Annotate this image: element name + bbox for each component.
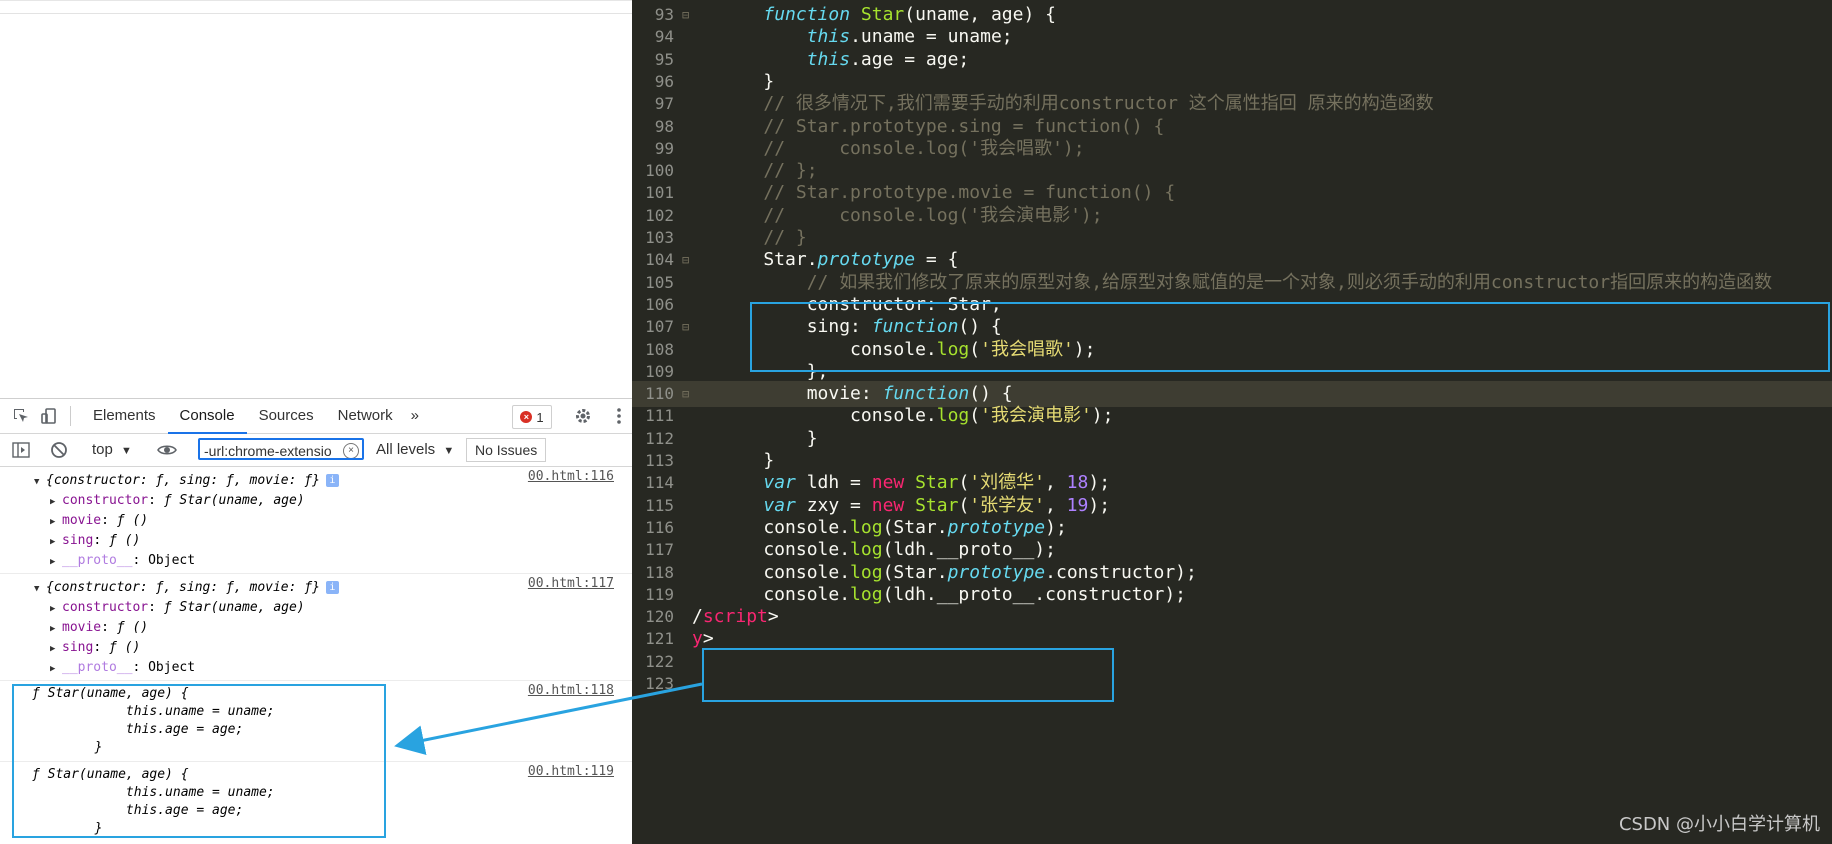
property-key: movie	[62, 513, 102, 528]
live-expression-eye-icon[interactable]	[156, 439, 178, 461]
property-row[interactable]: ▶ movie: ƒ ()	[0, 618, 632, 638]
more-options-icon[interactable]	[608, 405, 630, 427]
property-value: ƒ Star(uname, age)	[163, 493, 305, 508]
console-output: ▼ {constructor: ƒ, sing: ƒ, movie: ƒ} i 00…	[0, 467, 632, 844]
csdn-watermark: CSDN @小小白学计算机	[1618, 814, 1820, 835]
expand-triangle-icon[interactable]: ▶	[50, 552, 62, 572]
property-row[interactable]: ▶ constructor: ƒ Star(uname, age)	[0, 491, 632, 511]
clear-console-icon[interactable]	[48, 439, 70, 461]
property-key: sing	[62, 640, 94, 655]
function-source-line: }	[32, 821, 103, 836]
function-source-line: }	[32, 740, 103, 755]
context-selector[interactable]: top ▼	[92, 434, 132, 466]
error-count-badge[interactable]: × 1	[512, 405, 552, 429]
property-value: ƒ ()	[108, 533, 141, 548]
code-editor: 93 ⊟ function Star(uname, age) {94 this.u…	[632, 0, 1832, 844]
error-icon: ×	[520, 411, 533, 423]
property-key: movie	[62, 620, 102, 635]
property-key: __proto__	[62, 660, 133, 675]
gear-icon[interactable]	[572, 405, 594, 427]
property-key: __proto__	[62, 553, 133, 568]
issues-button[interactable]: No Issues	[466, 438, 547, 462]
function-source-line: this.uname = uname;	[32, 704, 275, 719]
page-viewport	[0, 0, 632, 399]
code-line[interactable]: 123	[632, 671, 1832, 697]
console-message: 00.html:118 ƒ Star(uname, age) { this.un…	[0, 681, 632, 762]
line-number: 123	[645, 674, 674, 693]
source-link[interactable]: 00.html:116	[528, 469, 614, 484]
property-row[interactable]: ▶ movie: ƒ ()	[0, 511, 632, 531]
expand-triangle-icon[interactable]: ▼	[34, 472, 46, 492]
log-levels-label: All levels	[376, 441, 436, 458]
sidebar-toggle-icon[interactable]	[10, 439, 32, 461]
property-value: ƒ ()	[116, 620, 149, 635]
source-link[interactable]: 00.html:117	[528, 576, 614, 591]
property-row[interactable]: ▶ __proto__: Object	[0, 551, 632, 571]
property-key: constructor	[62, 493, 149, 508]
source-link[interactable]: 00.html:118	[528, 683, 614, 698]
log-levels-dropdown[interactable]: All levels ▼	[376, 434, 454, 466]
property-row[interactable]: ▶ __proto__: Object	[0, 658, 632, 678]
property-value: Object	[148, 660, 196, 675]
tabbar-divider	[70, 406, 71, 426]
source-link[interactable]: 00.html:119	[528, 764, 614, 779]
property-key: constructor	[62, 600, 149, 615]
expand-triangle-icon[interactable]: ▶	[50, 532, 62, 552]
property-value: ƒ Star(uname, age)	[163, 600, 305, 615]
property-value: ƒ ()	[108, 640, 141, 655]
tab-elements[interactable]: Elements	[81, 399, 168, 433]
tab-sources[interactable]: Sources	[247, 399, 326, 433]
function-source-line: this.uname = uname;	[32, 785, 275, 800]
console-toolbar: top ▼ -url:chrome-extensio × All levels …	[0, 434, 632, 467]
info-icon[interactable]: i	[325, 581, 339, 594]
chevron-down-icon: ▼	[443, 445, 455, 457]
expand-triangle-icon[interactable]: ▶	[50, 599, 62, 619]
inspect-element-icon[interactable]	[10, 405, 32, 427]
context-label: top	[92, 441, 113, 458]
expand-triangle-icon[interactable]: ▶	[50, 659, 62, 679]
tab-console[interactable]: Console	[167, 399, 247, 434]
expand-triangle-icon[interactable]: ▶	[50, 512, 62, 532]
expand-triangle-icon[interactable]: ▼	[34, 579, 46, 599]
devtools-panel: Elements Console Sources Network » × 1 t…	[0, 398, 632, 844]
property-key: sing	[62, 533, 94, 548]
property-value: Object	[148, 553, 196, 568]
property-value: ƒ ()	[116, 513, 149, 528]
filter-value: -url:chrome-extensio	[204, 443, 332, 459]
expand-triangle-icon[interactable]: ▶	[50, 639, 62, 659]
browser-pane: Elements Console Sources Network » × 1 t…	[0, 0, 633, 844]
function-source-line: this.age = age;	[32, 803, 244, 818]
info-icon[interactable]: i	[325, 474, 339, 487]
function-source-line: this.age = age;	[32, 722, 244, 737]
chevron-down-icon: ▼	[121, 445, 132, 457]
console-filter-input[interactable]: -url:chrome-extensio ×	[198, 438, 364, 460]
console-message: ▼ {constructor: ƒ, sing: ƒ, movie: ƒ} i 00…	[0, 467, 632, 574]
more-tabs-button[interactable]: »	[405, 399, 425, 433]
expand-triangle-icon[interactable]: ▶	[50, 492, 62, 512]
object-summary: {constructor: ƒ, sing: ƒ, movie: ƒ}	[46, 580, 320, 595]
page-top-strip	[0, 1, 632, 14]
object-summary: {constructor: ƒ, sing: ƒ, movie: ƒ}	[46, 473, 320, 488]
console-message: ▼ {constructor: ƒ, sing: ƒ, movie: ƒ} i 00…	[0, 574, 632, 681]
tab-network[interactable]: Network	[326, 399, 405, 433]
error-count: 1	[536, 409, 544, 425]
console-message: 00.html:119 ƒ Star(uname, age) { this.un…	[0, 762, 632, 842]
property-row[interactable]: ▶ constructor: ƒ Star(uname, age)	[0, 598, 632, 618]
property-row[interactable]: ▶ sing: ƒ ()	[0, 531, 632, 551]
device-toolbar-icon[interactable]	[38, 405, 60, 427]
devtools-tabbar: Elements Console Sources Network » × 1	[0, 399, 632, 434]
clear-filter-icon[interactable]: ×	[343, 443, 359, 458]
expand-triangle-icon[interactable]: ▶	[50, 619, 62, 639]
property-row[interactable]: ▶ sing: ƒ ()	[0, 638, 632, 658]
